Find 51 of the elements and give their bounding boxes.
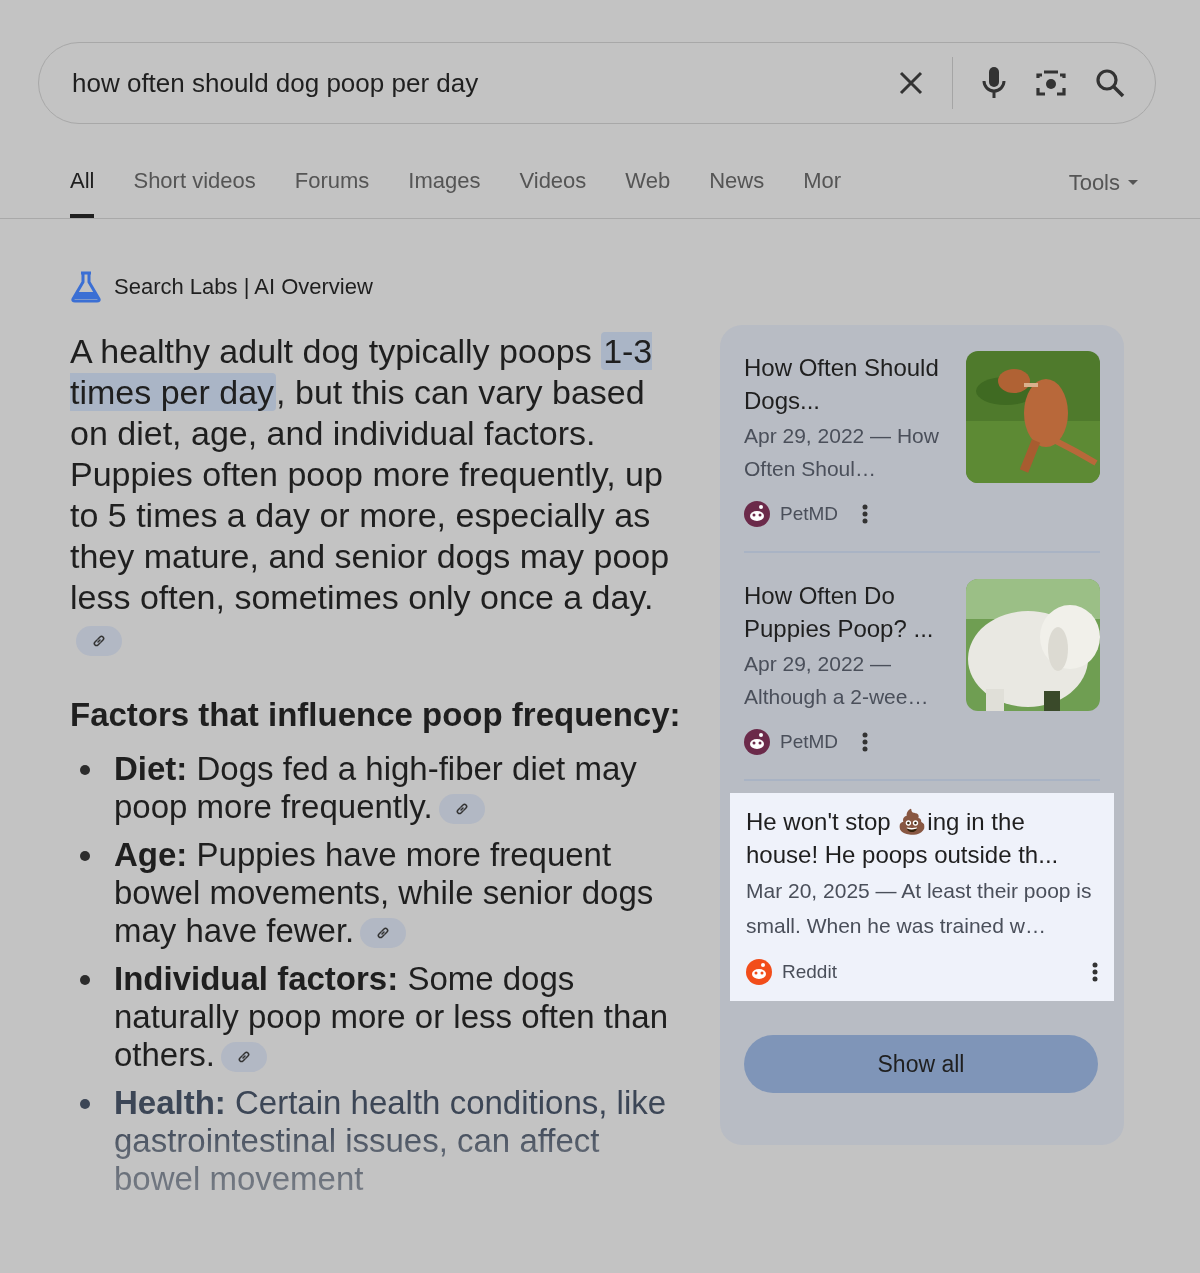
factor-text: Individual factors: Some dogs naturally poop more or less often than others. [114, 960, 669, 1074]
summary-text: A healthy adult dog typically poops 1-3 times per day, but this can vary based on diet, age, and individual factors. Puppies often poop more frequently, up to 5 times a day or more, especially as they mature, and senior dogs may poop less often, sometimes only once a day. [70, 331, 670, 659]
link-icon [236, 1050, 251, 1065]
link-button[interactable] [220, 1042, 267, 1073]
more-icon [1092, 962, 1098, 982]
link-icon [454, 802, 469, 817]
tools-button[interactable]: Tools [1062, 169, 1144, 218]
tab[interactable]: All [70, 167, 95, 218]
tab[interactable]: Web [625, 167, 671, 218]
link-icon [92, 634, 106, 648]
source-title[interactable]: How Often Do Puppies Poop? ... [744, 579, 950, 645]
more-options-button[interactable] [1092, 962, 1098, 982]
link-button[interactable] [438, 794, 485, 825]
link-button[interactable] [76, 626, 122, 656]
bullet-icon [80, 975, 90, 985]
source-snippet: Mar 20, 2025 — At least their poop is small. When he was trained w… [746, 878, 1093, 939]
tab[interactable]: Mor [803, 167, 842, 218]
tab[interactable]: Short videos [133, 167, 256, 218]
tab[interactable]: Images [408, 167, 481, 218]
factor-text: Age: Puppies have more frequent bowel movements, while senior dogs may have fewer. [114, 836, 655, 950]
overview-label: Search Labs | AI Overview [114, 274, 373, 300]
bullet-icon [80, 1099, 90, 1109]
source-title[interactable]: He won't stop 💩ing in the house! He poops outside th... [746, 805, 1098, 871]
more-options-button[interactable] [862, 732, 869, 752]
close-icon[interactable] [898, 70, 924, 96]
search-icon[interactable] [1095, 68, 1125, 98]
source-card[interactable]: He won't stop 💩ing in the house! He poops outside th... Mar 20, 2025 — At least their poop is small. When he was trained w… Reddit [730, 793, 1114, 1001]
microphone-icon[interactable] [981, 66, 1007, 100]
link-icon [376, 926, 391, 941]
flask-icon [70, 271, 102, 303]
show-all-button[interactable]: Show all [744, 1035, 1098, 1093]
section-heading: Factors that influence poop frequency: [70, 695, 682, 735]
caret-icon [1128, 180, 1138, 186]
source-snippet: Apr 29, 2022 — Although a 2-wee… [744, 651, 930, 710]
link-button[interactable] [360, 918, 407, 949]
factor-text: Diet: Dogs fed a high-fiber diet may poop more frequently. [114, 750, 638, 826]
more-icon [862, 732, 869, 752]
source-snippet: Apr 29, 2022 — How Often Shoul… [744, 423, 940, 482]
source-title[interactable]: How Often Should Dogs... [744, 351, 950, 417]
bullet-icon [80, 765, 90, 775]
tab[interactable]: Forums [294, 167, 370, 218]
more-options-button[interactable] [862, 504, 869, 524]
source-name: PetMD [780, 503, 839, 525]
more-icon [862, 504, 869, 524]
camera-icon[interactable] [1035, 68, 1067, 98]
factor-text: Health: Certain health conditions, like gastrointestinal issues, can affect bowel movement [114, 1084, 668, 1198]
tab[interactable]: News [709, 167, 765, 218]
bullet-icon [80, 851, 90, 861]
tab[interactable]: Videos [519, 167, 587, 218]
source-name: PetMD [780, 731, 839, 753]
source-name: Reddit [782, 961, 837, 983]
